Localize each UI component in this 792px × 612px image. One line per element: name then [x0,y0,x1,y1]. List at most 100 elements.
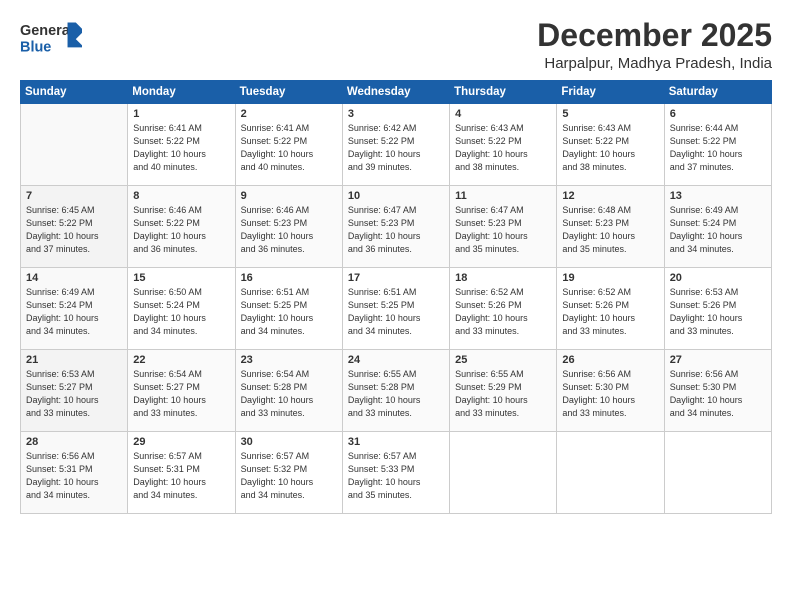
day-cell: 28Sunrise: 6:56 AMSunset: 5:31 PMDayligh… [21,432,128,514]
svg-text:Blue: Blue [20,39,51,55]
day-info: Sunrise: 6:54 AMSunset: 5:28 PMDaylight:… [241,368,337,420]
day-cell: 21 Sunrise: 6:53 AMSunset: 5:27 PMDayligh… [21,350,128,432]
day-info: Sunrise: 6:41 AMSunset: 5:22 PMDaylight:… [241,122,337,174]
day-number: 26 [562,354,658,366]
header-row: SundayMondayTuesdayWednesdayThursdayFrid… [21,81,772,104]
day-number: 1 [133,108,229,120]
day-info: Sunrise: 6:50 AMSunset: 5:24 PMDaylight:… [133,286,229,338]
day-cell: 26 Sunrise: 6:56 AMSunset: 5:30 PMDayligh… [557,350,664,432]
day-number: 7 [26,190,122,202]
day-info: Sunrise: 6:41 AMSunset: 5:22 PMDaylight:… [133,122,229,174]
day-number: 8 [133,190,229,202]
header-cell-sunday: Sunday [21,81,128,104]
day-cell: 19 Sunrise: 6:52 AMSunset: 5:26 PMDayligh… [557,268,664,350]
week-row-3: 14Sunrise: 6:49 AMSunset: 5:24 PMDayligh… [21,268,772,350]
logo: General Blue [20,18,84,56]
header-cell-friday: Friday [557,81,664,104]
location-title: Harpalpur, Madhya Pradesh, India [537,55,772,72]
day-cell: 12 Sunrise: 6:48 AMSunset: 5:23 PMDayligh… [557,186,664,268]
day-info: Sunrise: 6:52 AMSunset: 5:26 PMDaylight:… [562,286,658,338]
header-cell-thursday: Thursday [450,81,557,104]
week-row-5: 28Sunrise: 6:56 AMSunset: 5:31 PMDayligh… [21,432,772,514]
header-cell-saturday: Saturday [664,81,771,104]
week-row-1: 1 Sunrise: 6:41 AMSunset: 5:22 PMDaylight… [21,104,772,186]
day-info: Sunrise: 6:56 AMSunset: 5:30 PMDaylight:… [562,368,658,420]
logo-icon: General Blue [20,18,82,56]
day-cell [664,432,771,514]
day-info: Sunrise: 6:55 AMSunset: 5:29 PMDaylight:… [455,368,551,420]
day-number: 10 [348,190,444,202]
day-cell: 16Sunrise: 6:51 AMSunset: 5:25 PMDayligh… [235,268,342,350]
day-cell [21,104,128,186]
day-cell: 30 Sunrise: 6:57 AMSunset: 5:32 PMDayligh… [235,432,342,514]
day-info: Sunrise: 6:57 AMSunset: 5:33 PMDaylight:… [348,450,444,502]
day-info: Sunrise: 6:55 AMSunset: 5:28 PMDaylight:… [348,368,444,420]
header-cell-wednesday: Wednesday [342,81,449,104]
day-info: Sunrise: 6:57 AMSunset: 5:31 PMDaylight:… [133,450,229,502]
day-number: 22 [133,354,229,366]
day-info: Sunrise: 6:43 AMSunset: 5:22 PMDaylight:… [455,122,551,174]
day-number: 25 [455,354,551,366]
day-cell: 14Sunrise: 6:49 AMSunset: 5:24 PMDayligh… [21,268,128,350]
day-number: 12 [562,190,658,202]
day-info: Sunrise: 6:51 AMSunset: 5:25 PMDaylight:… [241,286,337,338]
day-number: 17 [348,272,444,284]
day-info: Sunrise: 6:46 AMSunset: 5:23 PMDaylight:… [241,204,337,256]
day-number: 23 [241,354,337,366]
day-cell: 7Sunrise: 6:45 AMSunset: 5:22 PMDaylight… [21,186,128,268]
day-cell: 23 Sunrise: 6:54 AMSunset: 5:28 PMDayligh… [235,350,342,432]
day-info: Sunrise: 6:49 AMSunset: 5:24 PMDaylight:… [670,204,766,256]
day-cell: 4 Sunrise: 6:43 AMSunset: 5:22 PMDaylight… [450,104,557,186]
day-info: Sunrise: 6:53 AMSunset: 5:27 PMDaylight:… [26,368,122,420]
day-cell [557,432,664,514]
day-number: 21 [26,354,122,366]
day-number: 3 [348,108,444,120]
day-info: Sunrise: 6:53 AMSunset: 5:26 PMDaylight:… [670,286,766,338]
day-number: 9 [241,190,337,202]
day-cell: 13 Sunrise: 6:49 AMSunset: 5:24 PMDayligh… [664,186,771,268]
calendar-table: SundayMondayTuesdayWednesdayThursdayFrid… [20,80,772,514]
day-cell: 5Sunrise: 6:43 AMSunset: 5:22 PMDaylight… [557,104,664,186]
day-number: 27 [670,354,766,366]
day-cell: 6 Sunrise: 6:44 AMSunset: 5:22 PMDaylight… [664,104,771,186]
day-info: Sunrise: 6:47 AMSunset: 5:23 PMDaylight:… [455,204,551,256]
week-row-4: 21 Sunrise: 6:53 AMSunset: 5:27 PMDayligh… [21,350,772,432]
day-cell: 17Sunrise: 6:51 AMSunset: 5:25 PMDayligh… [342,268,449,350]
day-number: 29 [133,436,229,448]
day-cell: 29 Sunrise: 6:57 AMSunset: 5:31 PMDayligh… [128,432,235,514]
day-info: Sunrise: 6:57 AMSunset: 5:32 PMDaylight:… [241,450,337,502]
day-cell: 22Sunrise: 6:54 AMSunset: 5:27 PMDayligh… [128,350,235,432]
day-number: 14 [26,272,122,284]
day-cell: 11Sunrise: 6:47 AMSunset: 5:23 PMDayligh… [450,186,557,268]
day-number: 30 [241,436,337,448]
header-cell-monday: Monday [128,81,235,104]
day-info: Sunrise: 6:42 AMSunset: 5:22 PMDaylight:… [348,122,444,174]
day-number: 15 [133,272,229,284]
day-number: 31 [348,436,444,448]
day-number: 13 [670,190,766,202]
svg-text:General: General [20,23,74,39]
day-cell: 1 Sunrise: 6:41 AMSunset: 5:22 PMDaylight… [128,104,235,186]
day-info: Sunrise: 6:48 AMSunset: 5:23 PMDaylight:… [562,204,658,256]
day-cell: 10 Sunrise: 6:47 AMSunset: 5:23 PMDayligh… [342,186,449,268]
day-info: Sunrise: 6:47 AMSunset: 5:23 PMDaylight:… [348,204,444,256]
day-cell: 9 Sunrise: 6:46 AMSunset: 5:23 PMDaylight… [235,186,342,268]
header: General Blue December 2025 Harpalpur, Ma… [20,18,772,72]
day-number: 24 [348,354,444,366]
day-number: 2 [241,108,337,120]
day-cell [450,432,557,514]
day-cell: 25 Sunrise: 6:55 AMSunset: 5:29 PMDayligh… [450,350,557,432]
month-title: December 2025 [537,18,772,53]
day-info: Sunrise: 6:44 AMSunset: 5:22 PMDaylight:… [670,122,766,174]
day-number: 19 [562,272,658,284]
day-cell: 18Sunrise: 6:52 AMSunset: 5:26 PMDayligh… [450,268,557,350]
header-cell-tuesday: Tuesday [235,81,342,104]
day-number: 6 [670,108,766,120]
day-cell: 8Sunrise: 6:46 AMSunset: 5:22 PMDaylight… [128,186,235,268]
day-cell: 27Sunrise: 6:56 AMSunset: 5:30 PMDayligh… [664,350,771,432]
day-info: Sunrise: 6:43 AMSunset: 5:22 PMDaylight:… [562,122,658,174]
day-info: Sunrise: 6:56 AMSunset: 5:31 PMDaylight:… [26,450,122,502]
page: General Blue December 2025 Harpalpur, Ma… [0,0,792,612]
day-number: 4 [455,108,551,120]
day-cell: 20Sunrise: 6:53 AMSunset: 5:26 PMDayligh… [664,268,771,350]
